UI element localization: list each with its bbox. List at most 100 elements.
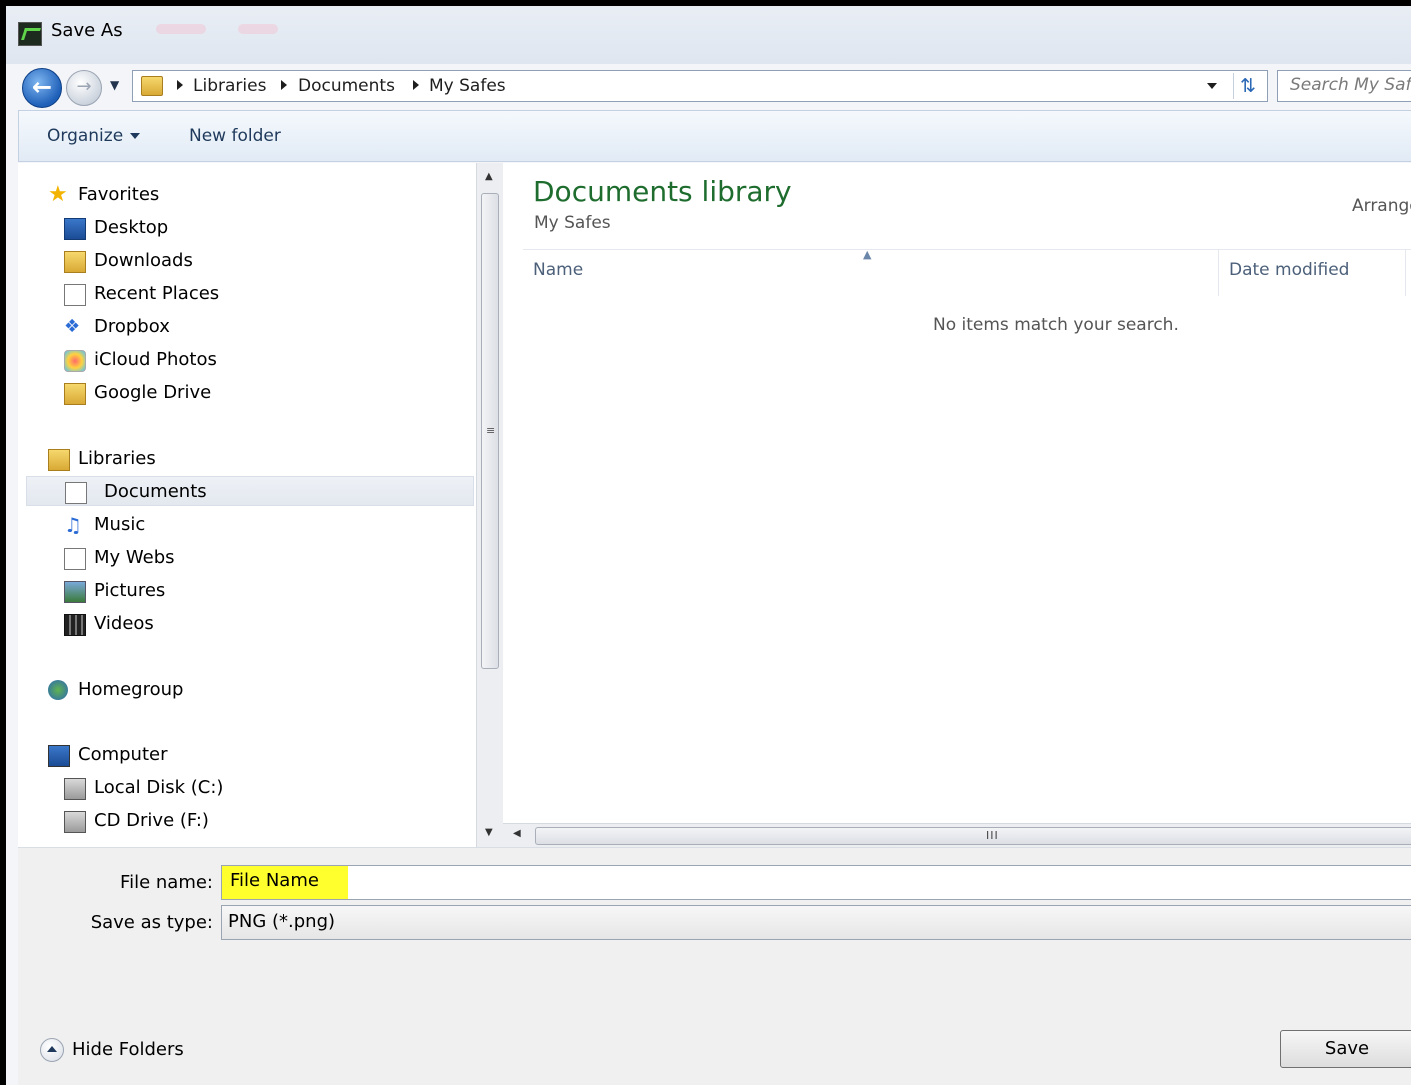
scroll-down-arrow-icon[interactable]: ▼ [485, 827, 493, 838]
local-disk-icon [64, 778, 86, 800]
cd-drive-icon [64, 811, 86, 833]
sidebar-label: Homegroup [78, 679, 184, 700]
sidebar-label: Libraries [78, 448, 156, 469]
file-name-label: File name: [120, 872, 213, 893]
column-divider[interactable] [1218, 250, 1219, 296]
sidebar-label: Downloads [94, 250, 193, 271]
sidebar-item-pictures[interactable]: Pictures [64, 576, 444, 606]
scroll-left-arrow-icon[interactable]: ◀ [513, 828, 521, 839]
window-title: Save As [51, 20, 123, 41]
downloads-folder-icon [64, 251, 86, 273]
chevron-up-icon [40, 1038, 64, 1062]
save-as-type-select[interactable]: PNG (*.png) [221, 905, 1411, 940]
sidebar-label: Local Disk (C:) [94, 777, 224, 798]
star-icon: ★ [48, 182, 68, 207]
save-options-panel: File name: File Name Save as type: PNG (… [18, 847, 1411, 1085]
column-header-date-modified[interactable]: Date modified [1229, 260, 1349, 280]
dropbox-icon: ❖ [64, 316, 81, 337]
sidebar-item-local-disk[interactable]: Local Disk (C:) [64, 773, 444, 803]
recent-pages-dropdown-icon[interactable]: ▼ [110, 78, 119, 92]
sidebar-item-my-webs[interactable]: My Webs [64, 543, 444, 573]
breadcrumb-separator-icon[interactable] [413, 80, 419, 90]
icloud-photos-icon [64, 350, 86, 372]
sidebar-computer[interactable]: Computer [48, 740, 448, 770]
documents-icon [65, 482, 87, 504]
sidebar-item-google-drive[interactable]: Google Drive [64, 378, 444, 408]
column-divider[interactable] [1405, 250, 1406, 296]
title-bar: Save As [6, 6, 1411, 64]
library-title: Documents library [533, 175, 792, 208]
sidebar-label: My Webs [94, 547, 175, 568]
scrollbar-thumb[interactable]: ≡ [481, 193, 499, 669]
organize-menu[interactable]: Organize [47, 126, 141, 146]
search-input[interactable]: Search My Safes [1277, 70, 1411, 102]
grip-icon: ≡ [486, 424, 496, 437]
sidebar-label: Pictures [94, 580, 166, 601]
sidebar-libraries[interactable]: Libraries [48, 444, 448, 474]
music-icon: ♫ [64, 513, 82, 537]
navigation-pane: ★ Favorites Desktop Downloads Recent Pla… [18, 163, 476, 847]
google-drive-icon [64, 383, 86, 405]
sidebar-label: Recent Places [94, 283, 220, 304]
sidebar-item-icloud-photos[interactable]: iCloud Photos [64, 345, 444, 375]
address-dropdown-icon[interactable] [1207, 83, 1217, 89]
folder-icon [141, 76, 163, 96]
sidebar-label: Videos [94, 613, 154, 634]
save-as-type-label: Save as type: [90, 912, 213, 933]
column-headers: Name ▲ Date modified [523, 248, 1411, 296]
breadcrumb-my-safes[interactable]: My Safes [429, 76, 506, 96]
arrange-by-dropdown[interactable]: Arrange [1352, 196, 1411, 216]
sidebar-item-downloads[interactable]: Downloads [64, 246, 444, 276]
recent-places-icon [64, 284, 86, 306]
save-button[interactable]: Save [1280, 1030, 1411, 1068]
my-webs-icon [64, 548, 86, 570]
breadcrumb-separator-icon[interactable] [281, 80, 287, 90]
refresh-icon[interactable]: ⇅ [1233, 73, 1262, 99]
sidebar-item-desktop[interactable]: Desktop [64, 213, 444, 243]
sidebar-label: CD Drive (F:) [94, 810, 209, 831]
address-bar[interactable]: Libraries Documents My Safes ⇅ [132, 70, 1268, 102]
forward-button[interactable]: → [66, 70, 102, 106]
sidebar-item-music[interactable]: ♫ Music [64, 510, 444, 540]
file-list-horizontal-scrollbar[interactable]: ◀ III [503, 823, 1411, 848]
sidebar-favorites[interactable]: ★ Favorites [48, 180, 448, 210]
breadcrumb-libraries[interactable]: Libraries [193, 76, 266, 96]
app-icon [18, 22, 42, 46]
sort-ascending-icon: ▲ [863, 248, 872, 261]
scroll-up-arrow-icon[interactable]: ▲ [485, 171, 493, 182]
sidebar-label: Computer [78, 744, 168, 765]
command-toolbar: Organize New folder [18, 110, 1411, 162]
sidebar-item-documents[interactable]: Documents [26, 476, 474, 506]
scrollbar-thumb[interactable]: III [535, 827, 1411, 845]
computer-icon [48, 745, 70, 767]
sidebar-item-dropbox[interactable]: ❖ Dropbox [64, 312, 444, 342]
sidebar-label: Google Drive [94, 382, 212, 403]
navigation-bar: ← → ▼ Libraries Documents My Safes ⇅ Sea… [6, 64, 1411, 110]
sidebar-item-videos[interactable]: Videos [64, 609, 444, 639]
breadcrumb-separator-icon[interactable] [177, 80, 183, 90]
homegroup-icon [48, 680, 68, 700]
sidebar-item-recent-places[interactable]: Recent Places [64, 279, 444, 309]
libraries-icon [48, 449, 70, 471]
pictures-icon [64, 581, 86, 603]
background-ghost [238, 24, 278, 34]
sidebar-label: Dropbox [94, 316, 170, 337]
file-name-input[interactable]: File Name [221, 865, 1411, 900]
grip-icon: III [986, 829, 999, 842]
empty-state-message: No items match your search. [933, 315, 1179, 335]
hide-folders-button[interactable]: Hide Folders [40, 1038, 184, 1062]
sidebar-homegroup[interactable]: Homegroup [48, 675, 448, 705]
column-header-name[interactable]: Name [533, 260, 583, 280]
back-button[interactable]: ← [22, 68, 62, 108]
file-list-pane: Documents library My Safes Arrange Name … [503, 163, 1411, 823]
desktop-icon [64, 218, 86, 240]
new-folder-button[interactable]: New folder [189, 126, 281, 146]
videos-icon [64, 614, 86, 636]
chevron-down-icon [130, 133, 141, 139]
sidebar-item-cd-drive[interactable]: CD Drive (F:) [64, 806, 444, 836]
navigation-scrollbar[interactable]: ▲ ≡ ▼ [476, 163, 503, 847]
breadcrumb-documents[interactable]: Documents [298, 76, 395, 96]
organize-label: Organize [47, 126, 124, 146]
background-ghost [156, 24, 206, 34]
file-name-value[interactable]: File Name [222, 866, 348, 899]
